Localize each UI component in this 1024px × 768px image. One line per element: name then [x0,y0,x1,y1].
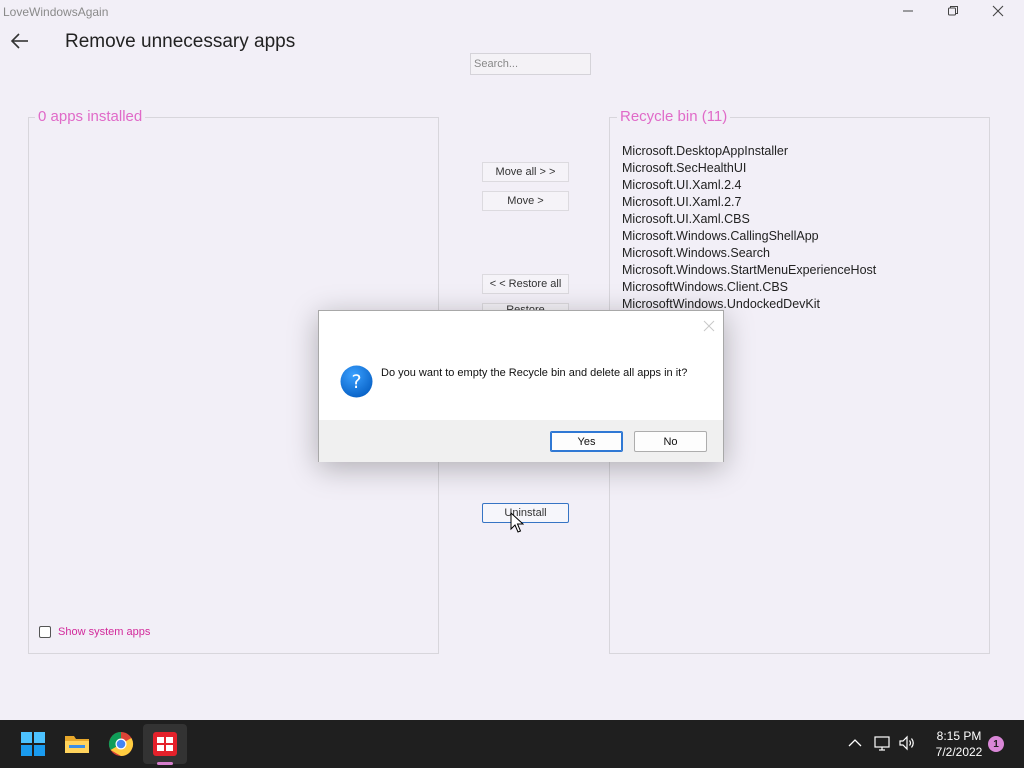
mouse-cursor-icon [510,512,524,533]
list-item[interactable]: Microsoft.Windows.StartMenuExperienceHos… [622,262,876,279]
close-window-button[interactable] [975,0,1021,22]
page-title: Remove unnecessary apps [65,31,296,52]
yes-button[interactable]: Yes [550,431,623,452]
search-input[interactable] [470,53,591,75]
clock-time[interactable]: 8:15 PM [930,729,988,743]
dialog-close-icon[interactable] [702,319,716,333]
recycle-bin-title: Recycle bin (11) [617,108,731,125]
no-button[interactable]: No [634,431,707,452]
installed-apps-title: 0 apps installed [35,108,146,125]
list-item[interactable]: MicrosoftWindows.Client.CBS [622,279,876,296]
close-icon [992,5,1004,17]
title-bar: LoveWindowsAgain [0,0,1024,24]
list-item[interactable]: Microsoft.SecHealthUI [622,160,876,177]
minimize-icon [903,10,913,12]
clock-date[interactable]: 7/2/2022 [930,745,988,759]
list-item[interactable]: Microsoft.Windows.CallingShellApp [622,228,876,245]
list-item[interactable]: Microsoft.UI.Xaml.2.4 [622,177,876,194]
start-icon[interactable] [20,731,46,757]
confirm-dialog: ? Do you want to empty the Recycle bin a… [318,310,724,462]
move-button[interactable]: Move > [482,191,569,211]
question-icon: ? [340,365,373,398]
active-app-indicator [157,762,173,765]
restore-window-button[interactable] [930,0,976,22]
chrome-icon[interactable] [108,731,134,757]
move-all-button[interactable]: Move all > > [482,162,569,182]
svg-text:?: ? [351,371,361,393]
restore-window-icon [948,6,958,16]
volume-icon[interactable] [898,734,916,752]
network-icon[interactable] [873,734,891,752]
uninstall-button[interactable]: Uninstall [482,503,569,523]
show-system-apps-checkbox[interactable] [39,626,51,638]
notification-badge[interactable]: 1 [988,736,1004,752]
show-system-apps-toggle[interactable]: Show system apps [39,626,150,638]
list-item[interactable]: Microsoft.DesktopAppInstaller [622,143,876,160]
dialog-message: Do you want to empty the Recycle bin and… [381,367,688,379]
restore-all-button[interactable]: < < Restore all [482,274,569,294]
taskbar [0,720,1024,768]
chevron-up-icon[interactable] [846,734,864,752]
list-item[interactable]: Microsoft.UI.Xaml.CBS [622,211,876,228]
file-explorer-icon[interactable] [64,731,90,757]
list-item[interactable]: Microsoft.Windows.Search [622,245,876,262]
back-arrow-icon[interactable] [10,32,30,50]
window-title: LoveWindowsAgain [3,5,109,19]
list-item[interactable]: Microsoft.UI.Xaml.2.7 [622,194,876,211]
app-icon[interactable] [152,731,178,757]
show-system-apps-label: Show system apps [58,626,151,638]
recycle-bin-list: Microsoft.DesktopAppInstaller Microsoft.… [622,143,876,313]
minimize-button[interactable] [885,0,931,22]
